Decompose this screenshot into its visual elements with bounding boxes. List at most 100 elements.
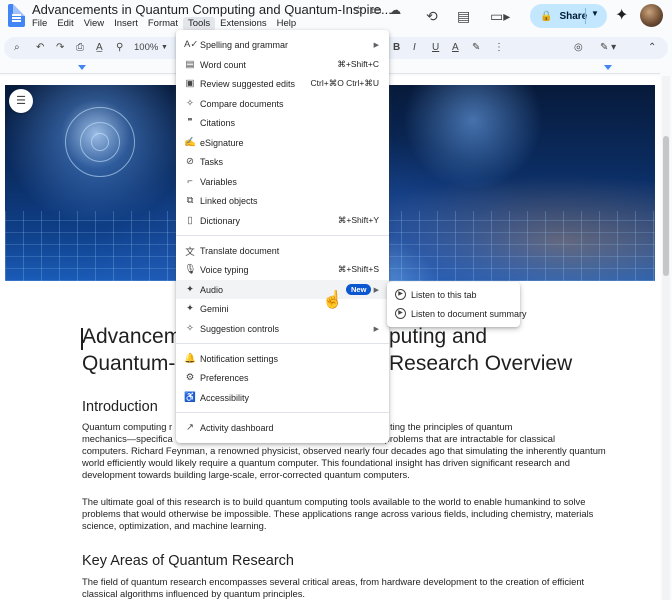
menu-item-tasks[interactable]: ⊘ Tasks	[176, 152, 389, 171]
document-outline-icon[interactable]: ☰	[9, 89, 33, 113]
menu-item-notifications[interactable]: 🔔 Notification settings	[176, 349, 389, 368]
docs-logo-icon[interactable]	[8, 4, 25, 27]
share-label: Share	[559, 10, 588, 22]
menu-format[interactable]: Format	[143, 17, 183, 31]
menu-tools[interactable]: Tools	[182, 17, 216, 31]
menu-item-preferences[interactable]: ⚙ Preferences	[176, 368, 389, 387]
star-icon[interactable]: ☆	[353, 3, 364, 17]
menu-edit[interactable]: Edit	[52, 17, 78, 31]
spellcheck-icon[interactable]: A̲	[96, 40, 103, 56]
search-icon[interactable]: ⌕	[14, 40, 20, 56]
scrollbar-thumb[interactable]	[663, 136, 669, 276]
intro-paragraph-1[interactable]: computers. Richard Feynman, a renowned p…	[82, 445, 612, 482]
submenu-item-listen-summary[interactable]: ▶ Listen to document summary	[387, 305, 527, 324]
menu-help[interactable]: Help	[272, 17, 302, 31]
meet-icon[interactable]: ▭▸	[490, 4, 510, 28]
redo-icon[interactable]: ↷	[56, 40, 64, 56]
zoom-select[interactable]: 100%	[134, 40, 158, 56]
menu-item-shortcut: ⌘+Shift+S	[337, 264, 379, 274]
menu-item-audio[interactable]: ✦ Audio New ▶	[176, 280, 389, 299]
menu-item-label: Linked objects	[200, 195, 258, 206]
task-icon: ⊘	[186, 156, 194, 167]
top-bar: Advancements in Quantum Computing and Qu…	[0, 0, 672, 34]
new-badge: New	[346, 284, 372, 295]
submenu-item-listen-tab[interactable]: ▶ Listen to this tab	[387, 286, 520, 305]
submenu-arrow-icon: ▶	[373, 286, 379, 294]
lock-icon: 🔒	[540, 10, 553, 22]
vertical-scrollbar[interactable]	[662, 76, 670, 600]
menu-item-label: Gemini	[200, 303, 229, 314]
word-count-icon: ▤	[185, 59, 195, 70]
menu-file[interactable]: File	[27, 17, 52, 31]
avatar[interactable]	[640, 4, 663, 27]
variables-icon: ⌐	[187, 176, 193, 187]
menu-item-activity-dashboard[interactable]: ↗ Activity dashboard	[176, 418, 389, 437]
paint-format-icon[interactable]: ⚲	[116, 40, 123, 56]
share-dropdown-icon[interactable]: ▼	[591, 9, 599, 18]
gemini-icon[interactable]: ✦	[615, 5, 628, 25]
menu-insert[interactable]: Insert	[109, 17, 143, 31]
menu-item-esignature[interactable]: ✍ eSignature	[176, 133, 389, 152]
menu-item-voice-typing[interactable]: 🎙 Voice typing ⌘+Shift+S	[176, 260, 389, 279]
ask-gemini-icon[interactable]: ◎	[574, 40, 583, 56]
left-indent-marker[interactable]	[78, 65, 86, 70]
history-icon[interactable]: ⟲	[426, 4, 438, 28]
quote-icon: ❞	[187, 117, 193, 128]
menu-item-spelling[interactable]: A✓ Spelling and grammar ▶	[176, 35, 389, 54]
heading-introduction[interactable]: Introduction	[82, 399, 158, 415]
menu-extensions[interactable]: Extensions	[215, 17, 271, 31]
menu-item-variables[interactable]: ⌐ Variables	[176, 172, 389, 191]
linked-objects-icon: ⧉	[186, 195, 194, 206]
share-divider	[585, 8, 586, 24]
menu-item-accessibility[interactable]: ♿ Accessibility	[176, 388, 389, 407]
editing-mode-icon[interactable]: ✎ ▾	[600, 40, 616, 56]
menu-item-word-count[interactable]: ▤ Word count ⌘+Shift+C	[176, 55, 389, 74]
menu-item-linked-objects[interactable]: ⧉ Linked objects	[176, 191, 389, 210]
menu-view[interactable]: View	[79, 17, 109, 31]
menu-item-label: Spelling and grammar	[200, 39, 289, 50]
undo-icon[interactable]: ↶	[36, 40, 44, 56]
menu-item-review-edits[interactable]: ▣ Review suggested edits Ctrl+⌘O Ctrl+⌘U	[176, 74, 389, 93]
menu-item-label: Audio	[200, 284, 224, 295]
hand-cursor-icon: ☝	[322, 290, 344, 309]
microphone-icon: 🎙	[184, 264, 197, 275]
menu-item-citations[interactable]: ❞ Citations	[176, 113, 389, 132]
accessibility-icon: ♿	[184, 392, 196, 403]
menu-item-gemini[interactable]: ✦ Gemini	[176, 299, 389, 318]
print-icon[interactable]: ⎙	[76, 40, 84, 56]
menu-item-translate[interactable]: 文 Translate document	[176, 241, 389, 260]
title-fragment: Advancem	[82, 325, 182, 348]
menu-item-label: Preferences	[200, 372, 249, 383]
move-folder-icon[interactable]: ▭	[371, 3, 382, 17]
menu-item-compare[interactable]: ✧ Compare documents	[176, 94, 389, 113]
document-title[interactable]: Advancements in Quantum Computing and Qu…	[32, 2, 392, 17]
highlight-icon[interactable]: ✎	[472, 40, 480, 56]
tools-menu: A✓ Spelling and grammar ▶ ▤ Word count ⌘…	[176, 30, 389, 443]
intro-paragraph-2[interactable]: The ultimate goal of this research is to…	[82, 496, 612, 533]
bold-icon[interactable]: B	[393, 40, 400, 56]
share-button[interactable]: 🔒 Share ▼	[530, 4, 607, 28]
menu-item-dictionary[interactable]: ▯ Dictionary ⌘+Shift+Y	[176, 211, 389, 230]
menu-divider	[176, 235, 389, 236]
comments-icon[interactable]: ▤	[457, 4, 470, 28]
heading-key-areas[interactable]: Key Areas of Quantum Research	[82, 553, 294, 569]
menu-item-label: Accessibility	[200, 392, 250, 403]
text-color-icon[interactable]: A	[452, 40, 459, 56]
suggestion-icon: ✧	[186, 323, 194, 334]
collapse-toolbar-icon[interactable]: ⌃	[648, 40, 656, 56]
cloud-status-icon[interactable]: ☁	[389, 3, 401, 17]
title-fragment: Research Overview	[389, 352, 573, 375]
zoom-dropdown-icon[interactable]: ▼	[161, 40, 168, 56]
more-options-icon[interactable]: ⋮	[494, 40, 504, 56]
italic-icon[interactable]: I	[413, 40, 416, 56]
right-indent-marker[interactable]	[604, 65, 612, 70]
menu-item-suggestion-controls[interactable]: ✧ Suggestion controls ▶	[176, 319, 389, 338]
hero-spiral	[91, 133, 109, 151]
menu-item-shortcut: ⌘+Shift+C	[337, 59, 379, 69]
menu-item-label: Activity dashboard	[200, 422, 274, 433]
underline-icon[interactable]: U	[432, 40, 439, 56]
title-fragment: puting and	[389, 325, 488, 348]
key-areas-paragraph[interactable]: The field of quantum research encompasse…	[82, 576, 612, 600]
menu-item-label: Dictionary	[200, 215, 241, 226]
compare-icon: ✧	[186, 98, 194, 109]
